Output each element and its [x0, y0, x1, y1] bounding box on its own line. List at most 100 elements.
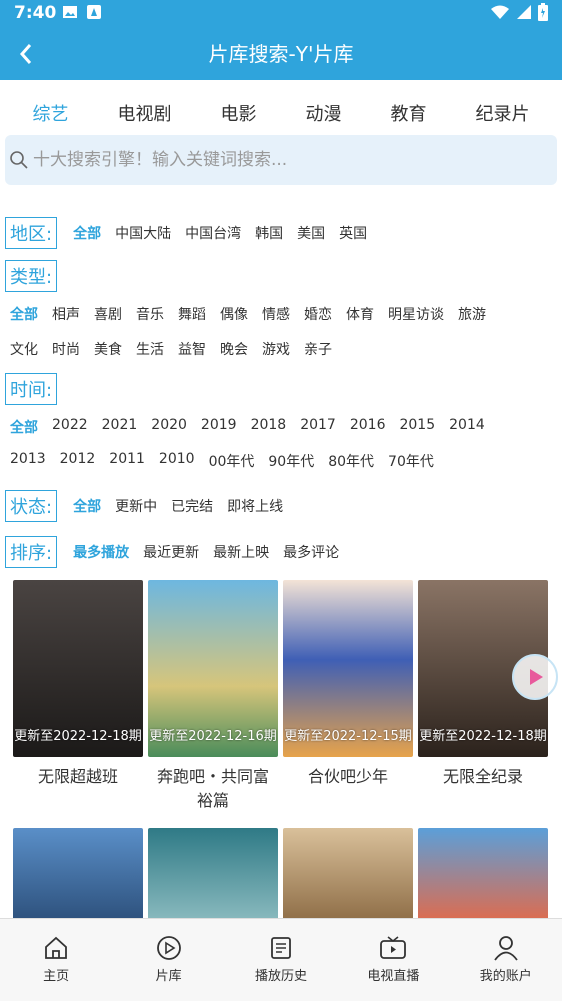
filter-state-label: 状态:: [5, 490, 58, 522]
type-option[interactable]: 亲子: [300, 339, 336, 359]
update-label: 更新至2022-12-18期: [419, 729, 547, 744]
show-title[interactable]: 无限超越班: [15, 765, 141, 789]
sort-option[interactable]: 最多播放: [69, 542, 133, 562]
show-poster[interactable]: [13, 828, 143, 924]
time-options-line1: 全部 2022 2021 2020 2019 2018 2017 2016 20…: [6, 417, 489, 437]
show-poster[interactable]: [283, 828, 413, 924]
type-option[interactable]: 美食: [90, 339, 126, 359]
show-card[interactable]: [418, 828, 548, 924]
search-input[interactable]: [33, 150, 533, 170]
show-card[interactable]: [13, 828, 143, 924]
show-card[interactable]: [283, 828, 413, 924]
update-label: 更新至2022-12-15期: [284, 729, 412, 744]
type-option[interactable]: 时尚: [48, 339, 84, 359]
show-title[interactable]: 无限全纪录: [420, 765, 546, 789]
update-label: 更新至2022-12-18期: [14, 729, 142, 744]
time-option[interactable]: 80年代: [324, 451, 378, 471]
tab-tv-series[interactable]: 电视剧: [114, 100, 176, 126]
app-header: 7:40 片库搜索-Y'片库: [0, 0, 562, 80]
search-bar[interactable]: [5, 135, 557, 185]
show-poster[interactable]: 更新至2022-12-18期: [13, 580, 143, 757]
time-option[interactable]: 70年代: [384, 451, 438, 471]
type-option[interactable]: 全部: [6, 304, 42, 324]
type-option[interactable]: 喜剧: [90, 304, 126, 324]
region-option[interactable]: 英国: [335, 223, 371, 243]
show-title[interactable]: 合伙吧少年: [285, 765, 411, 789]
results-grid-row2: [13, 828, 553, 924]
time-option[interactable]: 2010: [155, 451, 199, 471]
region-option[interactable]: 中国台湾: [181, 223, 245, 243]
show-title[interactable]: 奔跑吧・共同富裕篇: [150, 765, 276, 813]
nav-library[interactable]: 片库: [119, 919, 219, 1001]
time-option[interactable]: 2013: [6, 451, 50, 471]
nav-account-label: 我的账户: [479, 969, 532, 984]
show-card[interactable]: 更新至2022-12-15期 合伙吧少年: [283, 580, 413, 813]
time-option[interactable]: 2017: [296, 417, 340, 437]
sort-option[interactable]: 最多评论: [279, 542, 343, 562]
tab-education[interactable]: 教育: [387, 100, 431, 126]
type-option[interactable]: 生活: [132, 339, 168, 359]
time-options-line2: 2013 2012 2011 2010 00年代 90年代 80年代 70年代: [6, 451, 438, 471]
show-card[interactable]: 更新至2022-12-16期 奔跑吧・共同富裕篇: [148, 580, 278, 813]
type-option[interactable]: 旅游: [454, 304, 490, 324]
filter-time-label: 时间:: [5, 373, 58, 405]
time-option[interactable]: 2022: [48, 417, 92, 437]
tab-movie[interactable]: 电影: [217, 100, 261, 126]
nav-account[interactable]: 我的账户: [456, 919, 556, 1001]
time-option[interactable]: 90年代: [264, 451, 318, 471]
history-list-icon: [271, 937, 291, 959]
filter-sort-label: 排序:: [5, 536, 58, 568]
type-option[interactable]: 文化: [6, 339, 42, 359]
time-option[interactable]: 2015: [395, 417, 439, 437]
nav-history[interactable]: 播放历史: [231, 919, 331, 1001]
time-option[interactable]: 2016: [346, 417, 390, 437]
type-option[interactable]: 游戏: [258, 339, 294, 359]
show-poster[interactable]: 更新至2022-12-16期: [148, 580, 278, 757]
time-option[interactable]: 2018: [247, 417, 291, 437]
type-option[interactable]: 偶像: [216, 304, 252, 324]
filter-type: 类型:: [5, 260, 63, 292]
show-poster[interactable]: [148, 828, 278, 924]
type-option[interactable]: 明星访谈: [384, 304, 448, 324]
tab-documentary[interactable]: 纪录片: [472, 100, 534, 126]
tab-variety[interactable]: 综艺: [29, 100, 73, 126]
time-option[interactable]: 2020: [147, 417, 191, 437]
type-option[interactable]: 音乐: [132, 304, 168, 324]
time-option[interactable]: 2021: [98, 417, 142, 437]
type-options-line1: 全部 相声 喜剧 音乐 舞蹈 偶像 情感 婚恋 体育 明星访谈 旅游: [6, 304, 490, 324]
region-option[interactable]: 全部: [69, 223, 105, 243]
region-option[interactable]: 中国大陆: [111, 223, 175, 243]
sort-option[interactable]: 最近更新: [139, 542, 203, 562]
play-float-button[interactable]: [512, 654, 558, 700]
tab-anime[interactable]: 动漫: [302, 100, 346, 126]
state-option[interactable]: 更新中: [111, 496, 161, 516]
state-option[interactable]: 即将上线: [223, 496, 287, 516]
region-option[interactable]: 韩国: [251, 223, 287, 243]
status-notification-icons: [62, 4, 102, 20]
region-option[interactable]: 美国: [293, 223, 329, 243]
type-option[interactable]: 益智: [174, 339, 210, 359]
type-option[interactable]: 相声: [48, 304, 84, 324]
show-card[interactable]: [148, 828, 278, 924]
type-option[interactable]: 婚恋: [300, 304, 336, 324]
type-option[interactable]: 晚会: [216, 339, 252, 359]
time-option[interactable]: 2019: [197, 417, 241, 437]
type-option[interactable]: 舞蹈: [174, 304, 210, 324]
nav-history-label: 播放历史: [254, 969, 307, 984]
show-poster[interactable]: [418, 828, 548, 924]
type-option[interactable]: 体育: [342, 304, 378, 324]
nav-home[interactable]: 主页: [6, 919, 106, 1001]
nav-live-tv[interactable]: 电视直播: [343, 919, 443, 1001]
time-option[interactable]: 全部: [6, 417, 42, 437]
state-option[interactable]: 已完结: [167, 496, 217, 516]
time-option[interactable]: 2011: [105, 451, 149, 471]
sort-option[interactable]: 最新上映: [209, 542, 273, 562]
time-option[interactable]: 00年代: [205, 451, 259, 471]
time-option[interactable]: 2014: [445, 417, 489, 437]
show-poster[interactable]: 更新至2022-12-15期: [283, 580, 413, 757]
time-option[interactable]: 2012: [56, 451, 100, 471]
show-card[interactable]: 更新至2022-12-18期 无限超越班: [13, 580, 143, 813]
status-time: 7:40: [14, 3, 57, 23]
type-option[interactable]: 情感: [258, 304, 294, 324]
state-option[interactable]: 全部: [69, 496, 105, 516]
